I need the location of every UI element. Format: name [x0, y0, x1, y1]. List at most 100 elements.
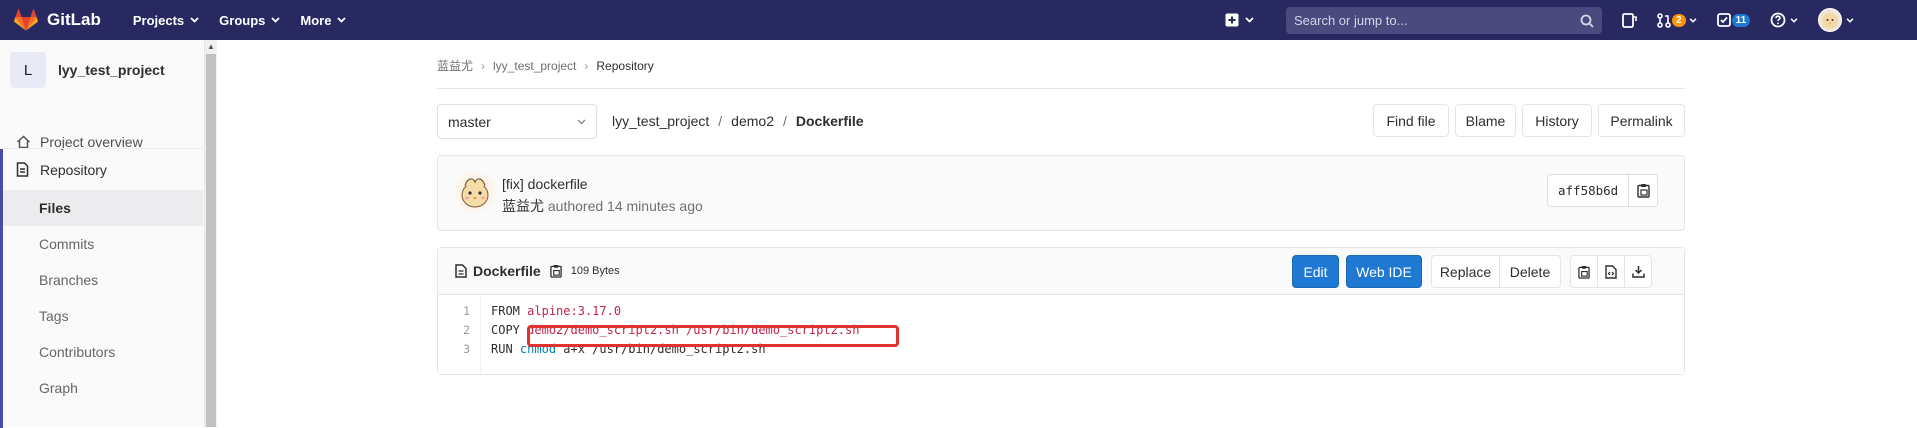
- gitlab-tanuki-icon: [14, 9, 38, 31]
- file-path: lyy_test_project / demo2 / Dockerfile: [612, 113, 864, 129]
- chevron-down-icon: [1790, 17, 1798, 23]
- file-viewer: Dockerfile 109 Bytes Edit Web IDE Replac…: [437, 247, 1685, 375]
- branch-selector[interactable]: master: [437, 104, 597, 139]
- home-icon: [16, 135, 31, 149]
- sidebar-subitem-graph[interactable]: Graph: [3, 370, 203, 406]
- commit-title[interactable]: [fix] dockerfile: [502, 176, 588, 192]
- menu-projects[interactable]: Projects: [123, 13, 209, 28]
- file-code-icon: [1605, 264, 1617, 279]
- line-number[interactable]: 2: [463, 323, 470, 337]
- clipboard-icon: [549, 265, 562, 278]
- file-header: Dockerfile 109 Bytes Edit Web IDE Replac…: [438, 248, 1684, 295]
- line-numbers: 1 2 3: [438, 296, 481, 374]
- commit-author-avatar[interactable]: [455, 172, 495, 212]
- chevron-down-icon: [190, 17, 199, 23]
- path-file-name[interactable]: Dockerfile: [796, 113, 864, 129]
- sidebar-project-header[interactable]: L lyy_test_project: [10, 52, 165, 88]
- sidebar-item-repository[interactable]: Repository: [0, 148, 205, 190]
- scrollbar-thumb[interactable]: [206, 54, 216, 427]
- permalink-button[interactable]: Permalink: [1598, 104, 1685, 137]
- project-avatar: L: [10, 52, 46, 88]
- download-button[interactable]: [1624, 255, 1652, 288]
- scroll-up-arrow-icon[interactable]: ▲: [207, 42, 215, 51]
- gitlab-logo[interactable]: GitLab: [14, 9, 101, 31]
- copy-sha-button[interactable]: [1629, 175, 1657, 206]
- commit-author[interactable]: 蓝益尤: [502, 198, 544, 214]
- web-ide-button[interactable]: Web IDE: [1346, 255, 1422, 288]
- menu-more[interactable]: More: [290, 13, 356, 28]
- path-separator: /: [782, 113, 787, 129]
- todos-badge: 11: [1731, 13, 1751, 27]
- chevron-down-icon: [271, 17, 281, 23]
- chick-avatar-icon: [1822, 13, 1839, 29]
- chevron-right-icon: ›: [584, 58, 589, 73]
- chevron-down-icon: [1689, 17, 1697, 23]
- clipboard-icon: [1578, 265, 1590, 279]
- search-box[interactable]: [1286, 7, 1602, 34]
- search-input[interactable]: [1294, 13, 1580, 28]
- todos-link[interactable]: 11: [1716, 13, 1751, 27]
- copy-contents-button[interactable]: [1570, 255, 1598, 288]
- breadcrumb-project[interactable]: lyy_test_project: [493, 59, 576, 73]
- code-string: demo2/demo_script2.sh /usr/bin/demo_scri…: [527, 323, 860, 337]
- breadcrumb-divider: [437, 88, 1685, 89]
- sidebar-subitem-files[interactable]: Files: [3, 190, 203, 226]
- merge-requests-badge: 2: [1672, 13, 1686, 27]
- history-button[interactable]: History: [1522, 104, 1592, 137]
- sidebar-subitem-contributors[interactable]: Contributors: [3, 334, 203, 370]
- user-menu[interactable]: [1818, 8, 1854, 32]
- merge-requests-link[interactable]: 2: [1657, 12, 1697, 28]
- sidebar-scrollbar[interactable]: ▲: [205, 40, 217, 427]
- sidebar-subitem-label: Commits: [39, 236, 95, 252]
- path-separator: /: [718, 113, 723, 129]
- project-sidebar: L lyy_test_project Project overview Repo…: [0, 40, 205, 428]
- path-folder-link[interactable]: demo2: [731, 113, 774, 129]
- sidebar-item-label: Repository: [40, 161, 107, 178]
- menu-groups[interactable]: Groups: [209, 13, 290, 28]
- blame-label: Blame: [1465, 112, 1506, 129]
- last-commit-panel: [fix] dockerfile 蓝益尤 authored 14 minutes…: [437, 155, 1685, 231]
- replace-label: Replace: [1439, 263, 1492, 280]
- brand-name: GitLab: [47, 10, 101, 29]
- open-raw-button[interactable]: [1597, 255, 1625, 288]
- new-item-dropdown[interactable]: [1225, 0, 1254, 40]
- code-line: RUN chmod a+x /usr/bin/demo_script2.sh: [491, 342, 766, 356]
- find-file-button[interactable]: Find file: [1373, 104, 1449, 137]
- breadcrumb-namespace[interactable]: 蓝益尤: [437, 57, 473, 74]
- navbar-icons: 2 11: [1622, 0, 1874, 40]
- sidebar-subitem-commits[interactable]: Commits: [3, 226, 203, 262]
- code-function: chmod: [519, 342, 557, 356]
- commit-sha[interactable]: aff58b6d: [1548, 175, 1630, 206]
- chevron-down-icon: [577, 119, 586, 124]
- document-icon: [16, 162, 29, 177]
- delete-button[interactable]: Delete: [1499, 255, 1561, 288]
- branch-name: master: [448, 113, 491, 130]
- sidebar-subitem-branches[interactable]: Branches: [3, 262, 203, 298]
- breadcrumb: 蓝益尤 › lyy_test_project › Repository: [437, 57, 654, 74]
- chevron-down-icon: [1245, 17, 1254, 23]
- menu-projects-label: Projects: [132, 12, 185, 28]
- sidebar-subitem-label: Branches: [39, 272, 99, 288]
- history-label: History: [1535, 112, 1579, 129]
- commit-time: authored 14 minutes ago: [547, 198, 703, 214]
- menu-groups-label: Groups: [219, 12, 266, 28]
- path-project-link[interactable]: lyy_test_project: [612, 113, 709, 129]
- breadcrumb-current[interactable]: Repository: [596, 59, 653, 73]
- replace-button[interactable]: Replace: [1431, 255, 1500, 288]
- line-number[interactable]: 3: [463, 342, 470, 356]
- sidebar-subitem-tags[interactable]: Tags: [3, 298, 203, 334]
- copy-file-path-button[interactable]: [549, 264, 562, 278]
- code-keyword: FROM: [491, 304, 520, 318]
- blame-button[interactable]: Blame: [1455, 104, 1516, 137]
- code-keyword: RUN: [491, 342, 513, 356]
- code-viewer: 1 2 3 FROM alpine:3.17.0 COPY demo2/demo…: [438, 296, 1684, 374]
- help-dropdown[interactable]: [1770, 12, 1798, 28]
- chevron-right-icon: ›: [481, 58, 486, 73]
- chevron-down-icon: [337, 17, 347, 23]
- web-ide-label: Web IDE: [1356, 263, 1412, 280]
- edit-button[interactable]: Edit: [1292, 255, 1339, 288]
- issues-link[interactable]: [1622, 12, 1637, 28]
- code-string: alpine:3.17.0: [527, 304, 622, 318]
- line-number[interactable]: 1: [463, 304, 470, 318]
- sidebar-project-name: lyy_test_project: [58, 62, 165, 78]
